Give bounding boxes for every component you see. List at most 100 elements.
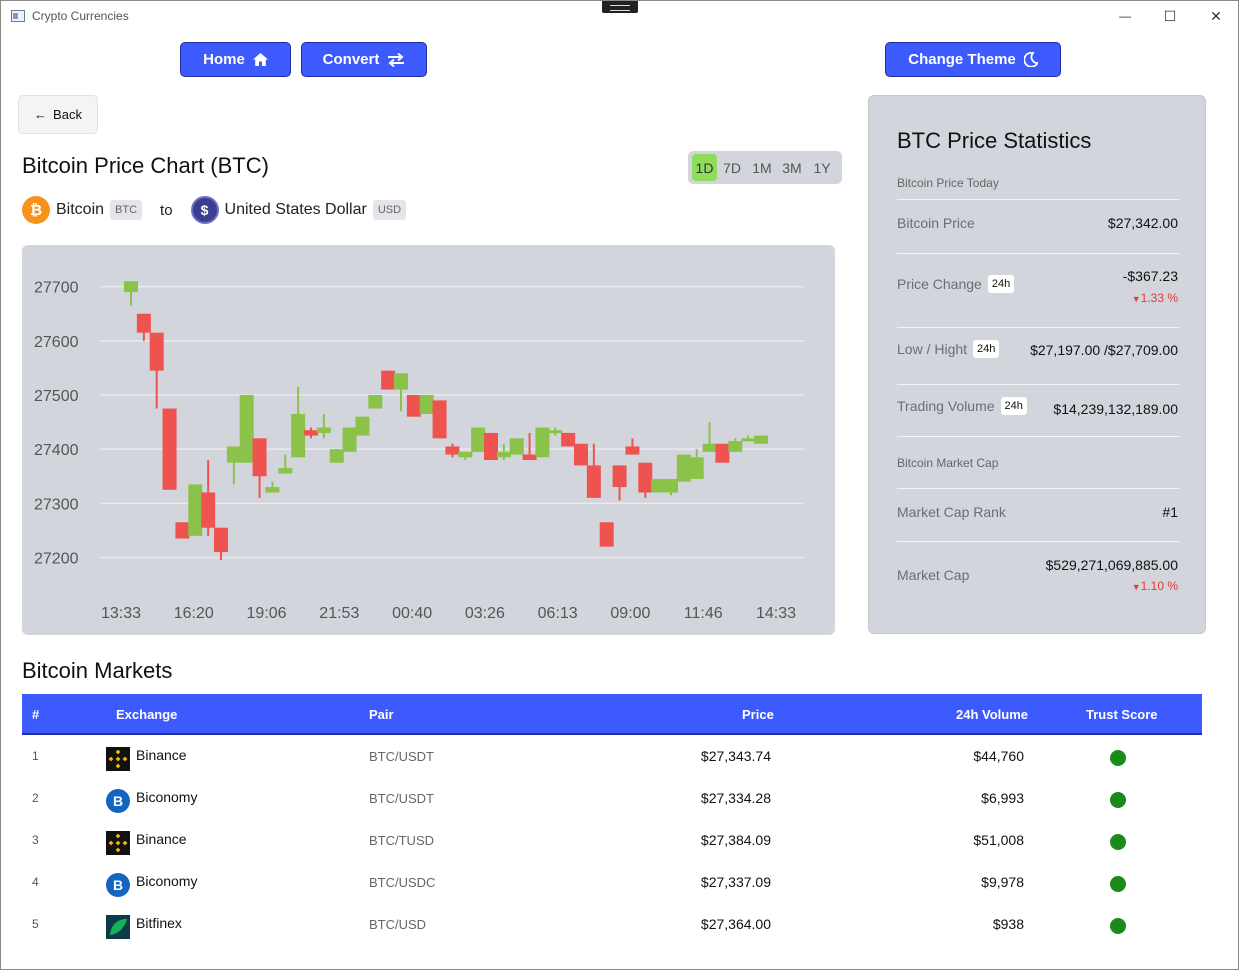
divider — [897, 541, 1179, 542]
candle-down — [638, 462, 653, 493]
pair-cell: BTC/USD — [369, 917, 427, 932]
y-tick-label: 27400 — [34, 442, 79, 459]
candle-up — [239, 395, 254, 463]
candle-down — [599, 522, 614, 547]
volume-cell: $938 — [992, 916, 1024, 932]
candle-up — [458, 451, 473, 458]
col-num: # — [32, 707, 40, 722]
market-cap-value: $529,271,069,885.00 — [1045, 557, 1178, 573]
candle-up — [741, 438, 756, 442]
candle-down — [162, 408, 177, 490]
candle-up — [329, 449, 344, 463]
exchange-name: Bitfinex — [136, 915, 182, 931]
volume-cell: $51,008 — [973, 832, 1024, 848]
candle-down — [612, 465, 627, 488]
price-change-value: -$367.23 — [1122, 268, 1178, 284]
change-theme-label: Change Theme — [908, 51, 1016, 68]
close-button[interactable]: ✕ — [1201, 5, 1231, 27]
range-7d-button[interactable]: 7D — [717, 154, 747, 181]
candle-up — [664, 478, 678, 493]
candle-up — [278, 468, 293, 474]
candle-down — [201, 492, 216, 528]
price-cell: $27,334.28 — [700, 790, 771, 806]
trust-score-indicator — [1110, 918, 1126, 934]
candle-up — [342, 427, 357, 452]
candle-up — [124, 281, 138, 293]
candle-up — [394, 373, 408, 390]
pair-connector: to — [160, 201, 173, 219]
divider — [897, 327, 1179, 328]
markets-title: Bitcoin Markets — [22, 658, 173, 683]
price-cell: $27,343.74 — [700, 748, 771, 764]
col-trust[interactable]: Trust Score — [1086, 707, 1158, 722]
from-currency-code: BTC — [110, 200, 143, 220]
from-currency-name: Bitcoin — [56, 201, 105, 218]
window-title: Crypto Currencies — [32, 9, 129, 23]
candle-up — [754, 435, 768, 444]
low-high-value: $27,197.00 /$27,709.00 — [1030, 342, 1178, 358]
candle-down — [574, 443, 588, 466]
col-volume[interactable]: 24h Volume — [956, 707, 1028, 722]
swap-arrows-icon — [388, 52, 405, 67]
range-1y-button[interactable]: 1Y — [807, 154, 837, 181]
x-tick-label: 14:33 — [756, 605, 796, 622]
usd-coin-icon: $ — [190, 196, 219, 224]
minimize-button[interactable]: — — [1110, 5, 1140, 27]
row-number: 2 — [32, 791, 39, 805]
trust-score-indicator — [1110, 834, 1126, 850]
home-button[interactable]: Home — [180, 42, 291, 77]
candle-down — [586, 465, 601, 498]
candle-up — [548, 430, 563, 434]
table-row[interactable]: 4 B Biconomy BTC/USDC $27,337.09 $9,978 — [22, 861, 1202, 903]
back-button[interactable]: ← Back — [18, 95, 98, 134]
y-tick-label: 27700 — [34, 280, 79, 297]
back-arrow-icon: ← — [34, 107, 48, 122]
col-pair[interactable]: Pair — [369, 707, 394, 722]
change-theme-button[interactable]: Change Theme — [885, 42, 1061, 77]
range-3m-button[interactable]: 3M — [777, 154, 807, 181]
trust-score-indicator — [1110, 876, 1126, 892]
row-number: 3 — [32, 833, 39, 847]
currency-pair: ₿ Bitcoin BTC to $ United States Dollar … — [22, 196, 407, 224]
pair-cell: BTC/USDC — [369, 875, 436, 890]
table-row[interactable]: 1 Binance BTC/USDT $27,343.74 $44,760 — [22, 735, 1202, 777]
candle-down — [432, 400, 447, 439]
col-exchange[interactable]: Exchange — [116, 707, 177, 722]
svg-text:B: B — [113, 877, 123, 893]
market-cap-rank-value: #1 — [1162, 504, 1178, 520]
candle-up — [226, 446, 241, 463]
range-1m-button[interactable]: 1M — [747, 154, 777, 181]
row-number: 1 — [32, 749, 39, 763]
snap-grip-handle[interactable] — [602, 1, 638, 13]
market-cap-rank-label: Market Cap Rank — [897, 504, 1006, 520]
caret-down-icon: ▼ — [1131, 294, 1141, 304]
maximize-icon: ☐ — [1163, 8, 1177, 24]
trading-volume-label: Trading Volume 24h — [897, 397, 1027, 415]
table-row[interactable]: 5 Bitfinex BTC/USD $27,364.00 $938 — [22, 903, 1202, 945]
candle-down — [445, 446, 460, 455]
convert-button[interactable]: Convert — [301, 42, 427, 77]
table-row[interactable]: 2 B Biconomy BTC/USDT $27,334.28 $6,993 — [22, 777, 1202, 819]
caret-down-icon: ▼ — [1131, 582, 1141, 592]
x-tick-label: 21:53 — [319, 605, 359, 622]
app-window: Crypto Currencies — ☐ ✕ Home Convert Cha… — [0, 0, 1239, 970]
market-cap-heading: Bitcoin Market Cap — [897, 456, 999, 470]
stats-title: BTC Price Statistics — [897, 128, 1092, 153]
range-1d-button[interactable]: 1D — [692, 154, 717, 181]
maximize-button[interactable]: ☐ — [1155, 5, 1185, 27]
binance-logo — [106, 831, 130, 855]
home-icon — [252, 53, 268, 66]
bitcoin-price-label: Bitcoin Price — [897, 215, 975, 231]
x-tick-label: 13:33 — [101, 605, 141, 622]
table-row[interactable]: 3 Binance BTC/TUSD $27,384.09 $51,008 — [22, 819, 1202, 861]
time-range-selector: 1D 7D 1M 3M 1Y — [688, 151, 842, 184]
low-high-label: Low / Hight 24h — [897, 340, 1000, 358]
price-chart[interactable]: 27700 27600 27500 27400 27300 27200 13:33 16:20… — [22, 245, 835, 635]
market-cap-percent: ▼1.10 % — [1131, 579, 1178, 593]
to-currency-name: United States Dollar — [224, 201, 367, 218]
exchange-name: Binance — [136, 747, 187, 763]
candle-down — [149, 332, 164, 371]
col-price[interactable]: Price — [742, 707, 774, 722]
candle-down — [214, 527, 228, 553]
divider — [897, 436, 1179, 437]
